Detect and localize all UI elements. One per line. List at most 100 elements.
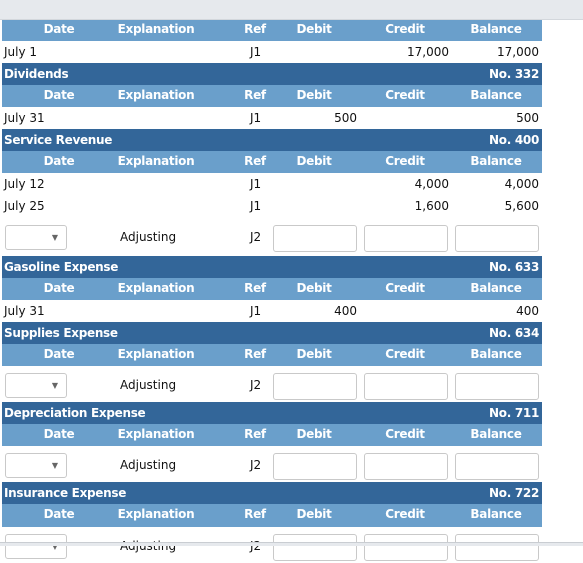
col-balance: Balance <box>470 88 522 102</box>
col-ref: Ref <box>244 347 266 361</box>
account-title-row-supplies-expense: Supplies Expense No. 634 <box>2 322 542 344</box>
entry-ref: J2 <box>250 458 262 472</box>
entry-balance: 17,000 <box>497 45 539 59</box>
entry-ref: J1 <box>250 199 262 213</box>
account-number: No. 634 <box>489 326 539 340</box>
col-date: Date <box>43 22 75 36</box>
entry-balance: 500 <box>516 111 539 125</box>
entry-credit: 17,000 <box>407 45 449 59</box>
ledger-input-row: ▼ Adjusting J2 <box>2 366 542 402</box>
entry-ref: J1 <box>250 304 262 318</box>
balance-input[interactable] <box>455 453 539 480</box>
account-number: No. 400 <box>489 133 539 147</box>
col-explanation: Explanation <box>117 427 195 441</box>
col-debit: Debit <box>296 22 332 36</box>
col-balance: Balance <box>470 22 522 36</box>
col-explanation: Explanation <box>117 347 195 361</box>
col-balance: Balance <box>470 281 522 295</box>
column-header-row: Date Explanation Ref Debit Credit Balanc… <box>2 504 542 527</box>
col-ref: Ref <box>244 281 266 295</box>
credit-input[interactable] <box>364 373 448 400</box>
debit-input[interactable] <box>273 534 357 561</box>
col-explanation: Explanation <box>117 88 195 102</box>
column-header-row: Date Explanation Ref Debit Credit Balanc… <box>2 278 542 300</box>
col-explanation: Explanation <box>117 281 195 295</box>
entry-balance: 4,000 <box>504 177 539 191</box>
column-header-row: Date Explanation Ref Debit Credit Balanc… <box>2 424 542 446</box>
col-debit: Debit <box>296 427 332 441</box>
ledger-input-row: ▼ Adjusting J2 <box>2 446 542 482</box>
col-date: Date <box>43 154 75 168</box>
account-name: Gasoline Expense <box>4 260 119 274</box>
col-credit: Credit <box>385 88 425 102</box>
col-credit: Credit <box>385 281 425 295</box>
account-number: No. 633 <box>489 260 539 274</box>
col-ref: Ref <box>244 507 266 521</box>
account-name: Insurance Expense <box>4 486 127 500</box>
col-debit: Debit <box>296 281 332 295</box>
col-balance: Balance <box>470 347 522 361</box>
col-balance: Balance <box>470 427 522 441</box>
entry-date: July 1 <box>4 45 38 59</box>
entry-balance: 400 <box>516 304 539 318</box>
general-ledger: Date Explanation Ref Debit Credit Balanc… <box>2 19 542 563</box>
col-credit: Credit <box>385 507 425 521</box>
chevron-down-icon: ▼ <box>51 461 58 470</box>
chevron-down-icon: ▼ <box>51 381 58 390</box>
account-title-row-service-revenue: Service Revenue No. 400 <box>2 129 542 151</box>
col-explanation: Explanation <box>117 154 195 168</box>
date-select[interactable]: ▼ <box>5 534 67 559</box>
entry-date: July 31 <box>4 111 45 125</box>
col-debit: Debit <box>296 507 332 521</box>
col-date: Date <box>43 347 75 361</box>
entry-date: July 12 <box>4 177 45 191</box>
col-ref: Ref <box>244 88 266 102</box>
ledger-entry-row: July 25 J1 1,600 5,600 <box>2 195 542 218</box>
debit-input[interactable] <box>273 225 357 252</box>
entry-debit: 400 <box>334 304 357 318</box>
entry-date: July 25 <box>4 199 45 213</box>
date-select[interactable]: ▼ <box>5 373 67 398</box>
credit-input[interactable] <box>364 225 448 252</box>
entry-ref: J1 <box>250 111 262 125</box>
ledger-input-row: ▼ Adjusting J2 <box>2 218 542 256</box>
balance-input[interactable] <box>455 373 539 400</box>
debit-input[interactable] <box>273 373 357 400</box>
col-credit: Credit <box>385 347 425 361</box>
account-number: No. 711 <box>489 406 539 420</box>
col-credit: Credit <box>385 154 425 168</box>
col-date: Date <box>43 507 75 521</box>
account-name: Depreciation Expense <box>4 406 146 420</box>
account-number: No. 332 <box>489 67 539 81</box>
entry-debit: 500 <box>334 111 357 125</box>
account-name: Supplies Expense <box>4 326 118 340</box>
account-number: No. 722 <box>489 486 539 500</box>
debit-input[interactable] <box>273 453 357 480</box>
col-debit: Debit <box>296 347 332 361</box>
ledger-entry-row: July 12 J1 4,000 4,000 <box>2 173 542 195</box>
account-name: Service Revenue <box>4 133 113 147</box>
col-ref: Ref <box>244 154 266 168</box>
chevron-down-icon: ▼ <box>51 233 58 242</box>
date-select[interactable]: ▼ <box>5 453 67 478</box>
entry-ref: J1 <box>250 45 262 59</box>
entry-explanation: Adjusting <box>120 378 177 392</box>
entry-credit: 1,600 <box>414 199 449 213</box>
top-toolbar-strip <box>0 0 583 20</box>
col-balance: Balance <box>470 154 522 168</box>
date-select[interactable]: ▼ <box>5 225 67 250</box>
account-title-row-gasoline-expense: Gasoline Expense No. 633 <box>2 256 542 278</box>
balance-input[interactable] <box>455 534 539 561</box>
credit-input[interactable] <box>364 534 448 561</box>
ledger-entry-row: July 31 J1 500 500 <box>2 107 542 129</box>
ledger-entry-row: July 31 J1 400 400 <box>2 300 542 322</box>
credit-input[interactable] <box>364 453 448 480</box>
entry-ref: J2 <box>250 378 262 392</box>
horizontal-scrollbar[interactable] <box>0 542 583 546</box>
col-credit: Credit <box>385 22 425 36</box>
col-ref: Ref <box>244 22 266 36</box>
col-explanation: Explanation <box>117 507 195 521</box>
balance-input[interactable] <box>455 225 539 252</box>
col-date: Date <box>43 281 75 295</box>
account-title-row-insurance-expense: Insurance Expense No. 722 <box>2 482 542 504</box>
